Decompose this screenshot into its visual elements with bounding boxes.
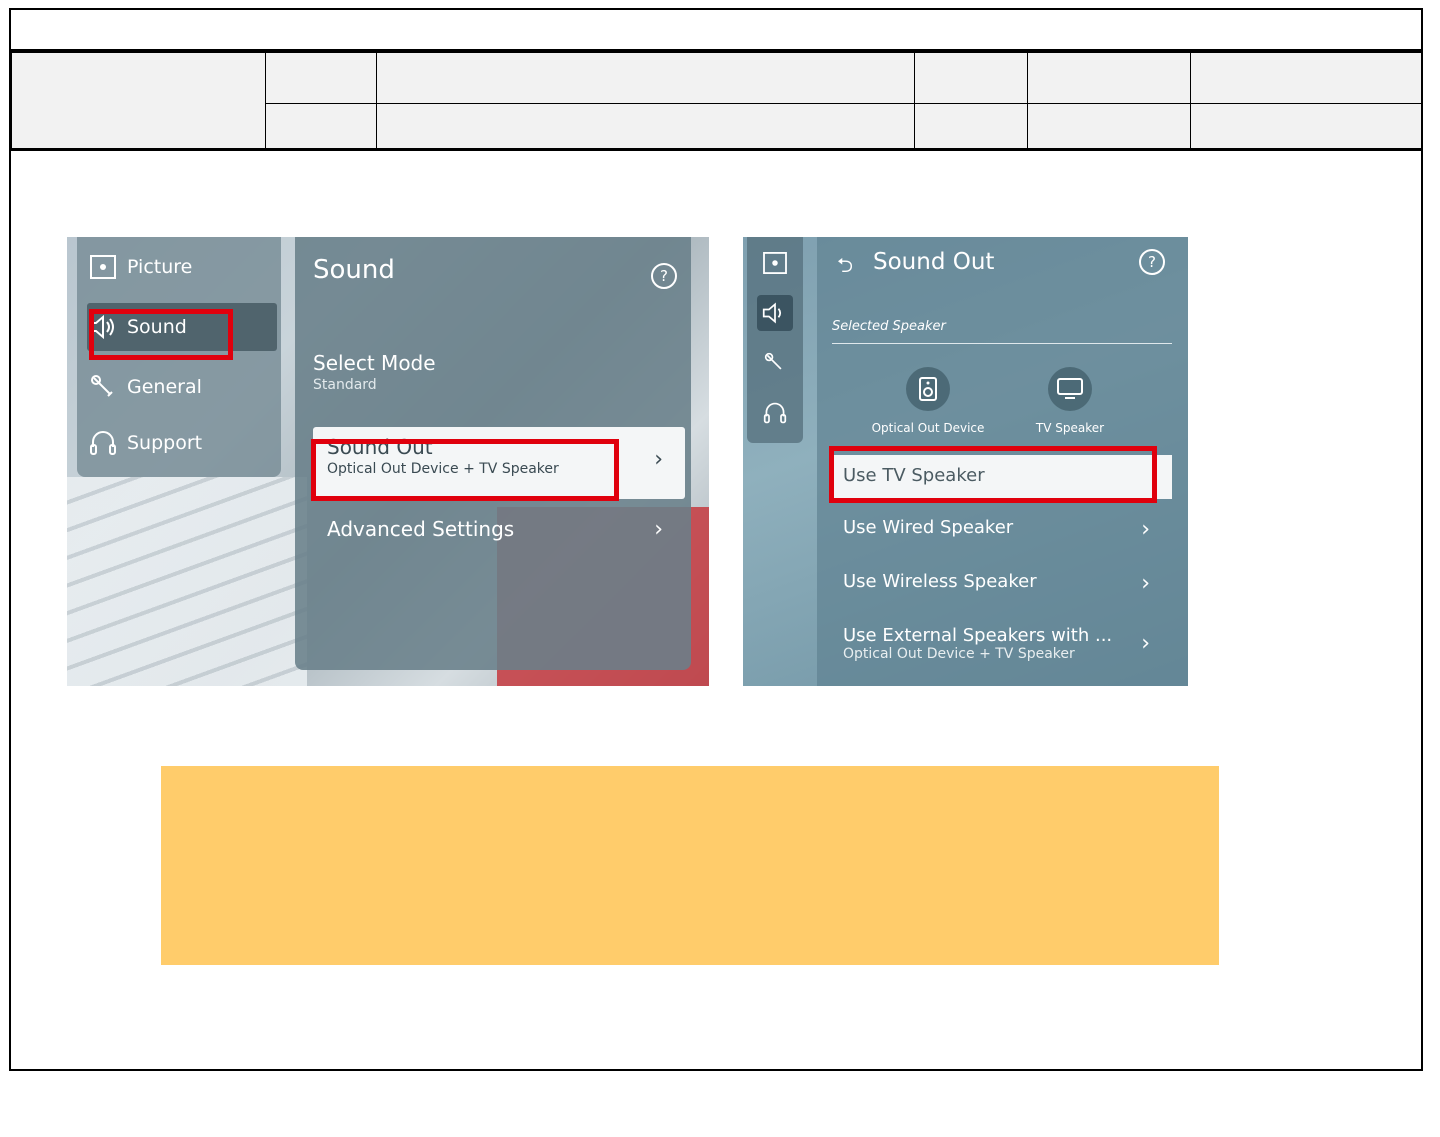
chevron-right-icon: › (1141, 571, 1150, 596)
optical-speaker-icon (906, 367, 950, 411)
wrench-icon[interactable] (757, 345, 793, 381)
speaker-label: TV Speaker (1035, 421, 1105, 435)
chevron-right-icon: › (654, 517, 663, 542)
menu-item-support[interactable]: Support (87, 419, 277, 467)
header-cell (265, 51, 377, 105)
document-frame: Picture Sound General Support Sound ? Se… (9, 8, 1423, 1071)
header-divider (11, 148, 1421, 151)
tv-icon (1048, 367, 1092, 411)
panel-title: Sound Out (873, 249, 995, 275)
picture-icon (87, 253, 119, 281)
background-floor (67, 477, 307, 686)
chevron-right-icon: › (1141, 517, 1150, 542)
option-use-wireless-speaker[interactable]: Use Wireless Speaker › (829, 571, 1172, 596)
speaker-tv[interactable]: TV Speaker (1005, 367, 1135, 435)
headset-icon[interactable] (757, 395, 793, 431)
highlight-box-sound (89, 309, 233, 360)
menu-item-label: Picture (127, 256, 193, 278)
option-title: Use Wireless Speaker (843, 571, 1037, 592)
header-cell (265, 103, 377, 150)
chevron-right-icon: › (654, 447, 663, 472)
help-icon[interactable]: ? (651, 263, 677, 289)
title-row (11, 10, 1421, 52)
header-cell (1027, 51, 1191, 105)
option-subtitle: Optical Out Device + TV Speaker (843, 646, 1075, 662)
tv-sound-out-screenshot: ⮌ Sound Out ? Selected Speaker Optical O… (743, 237, 1188, 686)
header-cell (1027, 103, 1191, 150)
highlight-box-sound-out (311, 439, 619, 501)
speaker-label: Optical Out Device (871, 421, 985, 435)
option-title: Use External Speakers with ... (843, 625, 1113, 646)
option-advanced-settings[interactable]: Advanced Settings › (313, 517, 685, 542)
header-cell (1190, 51, 1422, 105)
back-icon[interactable]: ⮌ (837, 251, 853, 285)
picture-icon[interactable] (757, 245, 793, 281)
help-icon[interactable]: ? (1139, 249, 1165, 275)
chevron-right-icon: › (1141, 631, 1150, 656)
option-use-wired-speaker[interactable]: Use Wired Speaker › (829, 517, 1172, 542)
menu-item-label: Support (127, 432, 203, 454)
divider (832, 343, 1172, 344)
header-cell (914, 51, 1028, 105)
menu-item-general[interactable]: General (87, 363, 277, 411)
option-title: Select Mode (313, 351, 436, 375)
header-cell (11, 52, 266, 150)
menu-item-picture[interactable]: Picture (87, 243, 277, 291)
header-cell (1190, 103, 1422, 150)
wrench-icon (87, 373, 119, 401)
note-box (161, 766, 1219, 965)
option-subtitle: Standard (313, 377, 377, 393)
tv-sound-menu-screenshot: Picture Sound General Support Sound ? Se… (67, 237, 709, 686)
highlight-box-use-tv-speaker (829, 446, 1157, 503)
speaker-icon[interactable] (757, 295, 793, 331)
option-title: Use Wired Speaker (843, 517, 1014, 538)
panel-title: Sound (313, 255, 395, 285)
header-cell (376, 103, 915, 150)
option-select-mode[interactable]: Select Mode Standard (313, 351, 685, 393)
menu-item-label: General (127, 376, 202, 398)
settings-icon-rail (747, 237, 803, 443)
selected-speaker-label: Selected Speaker (832, 319, 946, 334)
option-title: Advanced Settings (327, 517, 515, 541)
speaker-optical-out[interactable]: Optical Out Device (863, 367, 993, 435)
headset-icon (87, 429, 119, 457)
option-use-external-speakers[interactable]: Use External Speakers with ... Optical O… (829, 625, 1172, 662)
header-table (11, 51, 1422, 150)
header-cell (376, 51, 915, 105)
header-cell (914, 103, 1028, 150)
